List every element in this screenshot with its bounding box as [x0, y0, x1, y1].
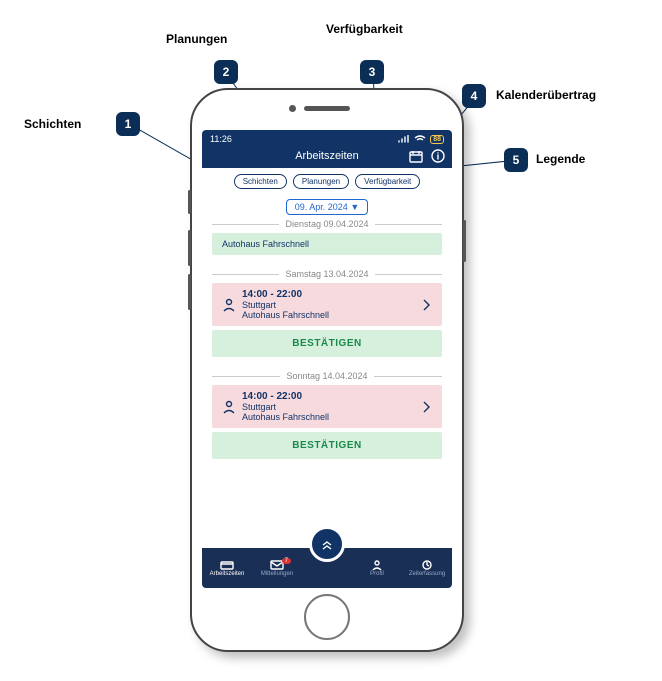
battery-indicator: 88	[430, 135, 444, 144]
tab-verfuegbarkeit[interactable]: Verfügbarkeit	[355, 174, 420, 189]
shift-time: 14:00 - 22:00	[242, 391, 416, 402]
callout-label-3: Verfügbarkeit	[326, 22, 403, 36]
nav-zeiterfassung[interactable]: Zeiterfassung	[402, 560, 452, 577]
nav-label: Arbeitszeiten	[210, 571, 245, 577]
callout-label-5: Legende	[536, 152, 585, 166]
shift-company: Autohaus Fahrschnell	[242, 310, 416, 320]
callout-badge-3: 3	[360, 60, 384, 84]
callout-label-2: Planungen	[166, 32, 227, 46]
screen: 11:26 88 Arbeitszeiten	[202, 130, 452, 588]
header-title: Arbeitszeiten	[295, 150, 359, 162]
signal-icon	[398, 135, 410, 143]
callout-label-4: Kalenderübertrag	[496, 88, 596, 102]
date-picker-button[interactable]: 09. Apr. 2024 ▼	[286, 199, 368, 215]
app-header: Arbeitszeiten	[202, 148, 452, 168]
home-button[interactable]	[304, 594, 350, 640]
tab-schichten[interactable]: Schichten	[234, 174, 287, 189]
nav-label: Zeiterfassung	[409, 571, 445, 577]
shift-time: 14:00 - 22:00	[242, 289, 416, 300]
nav-mitteilungen[interactable]: Mitteilungen	[252, 560, 302, 577]
person-icon	[222, 400, 236, 414]
info-icon[interactable]	[430, 148, 446, 164]
callout-badge-4: 4	[462, 84, 486, 108]
callout-label-1: Schichten	[24, 117, 81, 131]
confirm-button[interactable]: BESTÄTIGEN	[212, 432, 442, 459]
shift-city: Stuttgart	[242, 402, 416, 412]
day-header: Sonntag 14.04.2024	[212, 371, 442, 381]
chevron-right-icon	[422, 298, 432, 312]
shift-company: Autohaus Fahrschnell	[242, 412, 416, 422]
tab-planungen[interactable]: Planungen	[293, 174, 349, 189]
shift-card[interactable]: 14:00 - 22:00 Stuttgart Autohaus Fahrsch…	[212, 283, 442, 326]
nav-label: Mitteilungen	[261, 571, 293, 577]
status-time: 11:26	[210, 134, 232, 144]
tab-bar: Schichten Planungen Verfügbarkeit	[202, 168, 452, 193]
callout-badge-5: 5	[504, 148, 528, 172]
fab-expand-button[interactable]	[309, 526, 345, 562]
status-bar: 11:26 88	[202, 130, 452, 148]
person-icon	[222, 298, 236, 312]
day-header: Samstag 13.04.2024	[212, 269, 442, 279]
confirm-button[interactable]: BESTÄTIGEN	[212, 330, 442, 357]
nav-arbeitszeiten[interactable]: Arbeitszeiten	[202, 560, 252, 577]
callout-badge-2: 2	[214, 60, 238, 84]
day-header: Dienstag 09.04.2024	[212, 219, 442, 229]
wifi-icon	[414, 135, 426, 143]
chevron-right-icon	[422, 400, 432, 414]
callout-badge-1: 1	[116, 112, 140, 136]
chevrons-up-icon	[320, 537, 334, 551]
nav-profil[interactable]: Profil	[352, 560, 402, 577]
shift-city: Stuttgart	[242, 300, 416, 310]
calendar-transfer-icon[interactable]	[408, 148, 424, 164]
phone-frame: 11:26 88 Arbeitszeiten	[190, 88, 464, 652]
shift-card[interactable]: 14:00 - 22:00 Stuttgart Autohaus Fahrsch…	[212, 385, 442, 428]
day-entry-bar[interactable]: Autohaus Fahrschnell	[212, 233, 442, 255]
nav-label: Profil	[370, 571, 384, 577]
